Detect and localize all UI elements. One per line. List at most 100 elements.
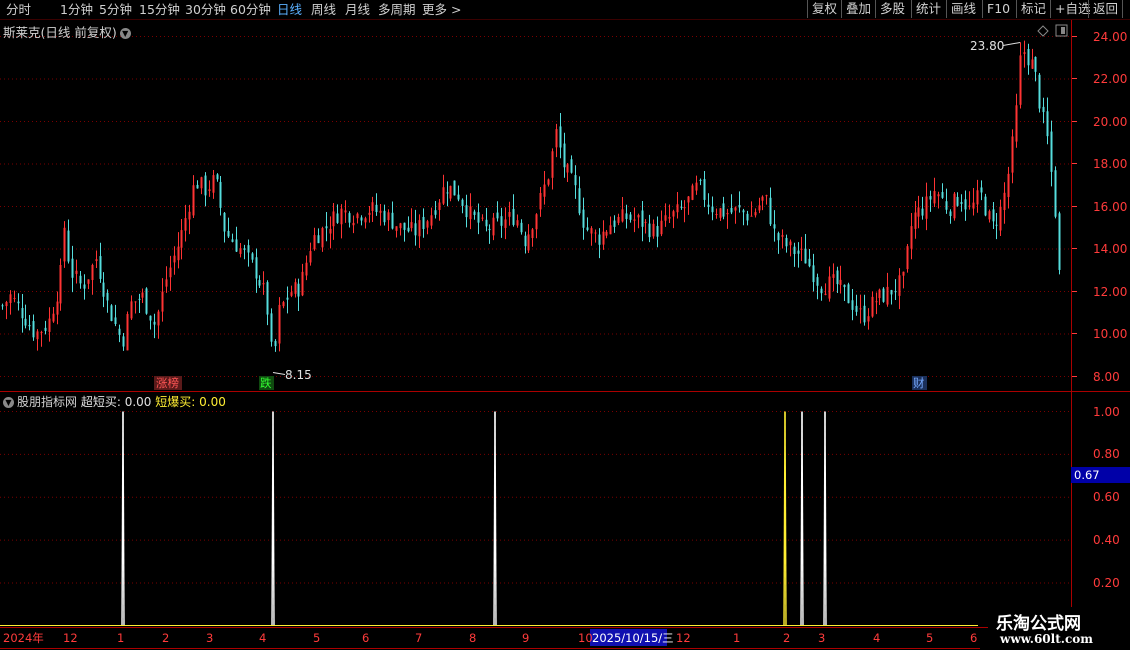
- candle-body: [722, 203, 725, 217]
- candle-body: [980, 187, 983, 193]
- candle-body: [641, 210, 644, 227]
- candle-body: [13, 297, 16, 299]
- candle-body: [629, 214, 632, 220]
- candle-body: [598, 234, 601, 245]
- candle-body: [371, 202, 374, 211]
- price-tick: 8.00: [1093, 370, 1120, 384]
- candle-body: [1054, 170, 1057, 217]
- price-axis-tickmarks: [1072, 36, 1077, 377]
- time-tick: 1: [733, 631, 740, 645]
- time-tick: 6: [970, 631, 977, 645]
- candle-body: [765, 195, 768, 197]
- candle-body: [379, 210, 382, 213]
- candle-body: [297, 283, 300, 297]
- candle-body: [1058, 213, 1061, 270]
- candle-body: [847, 284, 850, 304]
- candle-body: [141, 292, 144, 298]
- candle-body: [258, 280, 261, 286]
- event-marker-fall[interactable]: 跌: [260, 376, 272, 390]
- candle-body: [56, 301, 59, 315]
- candle-body: [426, 221, 429, 228]
- candle-body: [83, 284, 86, 289]
- time-axis-labels: 2024年 12 1 2 3 4 5 6 7 8 9 10 12 1 2 3 4…: [3, 631, 977, 645]
- candle-body: [102, 282, 105, 297]
- candle-body: [851, 300, 854, 310]
- candle-body: [1019, 55, 1022, 105]
- candle-body: [138, 298, 141, 300]
- candle-body: [48, 318, 51, 332]
- indicator-tick: 0.40: [1093, 533, 1120, 547]
- candle-body: [360, 217, 363, 221]
- time-tick: 12: [676, 631, 691, 645]
- series1-value: 0.00: [124, 395, 152, 409]
- high-price-arrow: [1002, 42, 1021, 46]
- candle-body: [9, 294, 12, 304]
- candle-body: [859, 308, 862, 310]
- candle-body: [882, 288, 885, 302]
- candle-body: [910, 226, 913, 249]
- candle-body: [824, 293, 827, 295]
- candle-body: [301, 271, 304, 296]
- chevron-down-icon[interactable]: ▼: [3, 397, 14, 408]
- indicator-name[interactable]: 股朋指标网: [17, 395, 77, 409]
- candle-body: [863, 305, 866, 323]
- candle-body: [496, 212, 499, 219]
- candle-body: [28, 325, 31, 327]
- candle-body: [477, 212, 480, 223]
- candle-body: [508, 211, 511, 217]
- candle-body: [699, 179, 702, 181]
- candle-body: [683, 207, 686, 209]
- candle-body: [633, 219, 636, 221]
- price-tick: 14.00: [1093, 242, 1127, 256]
- candle-body: [956, 196, 959, 206]
- candle-body: [332, 211, 335, 227]
- time-tick: 2: [783, 631, 790, 645]
- candle-body: [566, 164, 569, 173]
- candle-body: [660, 220, 663, 235]
- candle-body: [196, 184, 199, 189]
- stock-title[interactable]: 斯莱克(日线 前复权) ▼: [3, 22, 131, 41]
- candle-body: [535, 214, 538, 230]
- candle-body: [110, 305, 113, 321]
- diamond-icon[interactable]: [1037, 25, 1049, 37]
- candle-body: [894, 291, 897, 293]
- candle-body: [602, 231, 605, 245]
- candle-body: [36, 331, 39, 340]
- candle-body: [266, 282, 269, 315]
- candle-body: [282, 302, 285, 307]
- candle-body: [290, 292, 293, 296]
- candle-body: [839, 279, 842, 285]
- candle-body: [711, 206, 714, 213]
- time-tick: 12: [63, 631, 78, 645]
- chart-canvas: 24.00 22.00 20.00 18.00 16.00 14.00 12.0…: [0, 20, 1130, 649]
- candle-body: [999, 206, 1002, 231]
- candle-body: [270, 313, 273, 342]
- chevron-down-icon[interactable]: ▼: [119, 28, 131, 39]
- candle-body: [531, 229, 534, 239]
- candle-body: [492, 217, 495, 236]
- candle-body: [758, 205, 761, 211]
- event-marker-finance[interactable]: 财: [913, 376, 925, 390]
- stock-title-text: 斯莱克(日线 前复权): [3, 25, 117, 40]
- price-tick: 10.00: [1093, 327, 1127, 341]
- candle-body: [247, 245, 250, 253]
- watermark-title: 乐淘公式网: [996, 614, 1081, 634]
- candle-body: [336, 213, 339, 223]
- candle-body: [91, 264, 94, 281]
- candle-body: [742, 210, 745, 213]
- candle-body: [403, 222, 406, 230]
- candle-body: [383, 210, 386, 223]
- indicator-spike: [784, 411, 787, 626]
- candle-body: [555, 129, 558, 148]
- series1-label: 超短买:: [80, 395, 121, 409]
- candle-body: [177, 246, 180, 261]
- low-price-label: 8.15: [285, 368, 312, 382]
- event-marker-rise[interactable]: 涨榜: [156, 376, 179, 390]
- indicator-header: ▼ 股朋指标网 超短买: 0.00 短爆买: 0.00: [3, 393, 226, 410]
- candle-body: [672, 211, 675, 217]
- candle-body: [960, 202, 963, 204]
- candle-body: [356, 213, 359, 219]
- candle-body: [1050, 131, 1053, 172]
- candle-body: [364, 218, 367, 223]
- time-tick: 3: [818, 631, 825, 645]
